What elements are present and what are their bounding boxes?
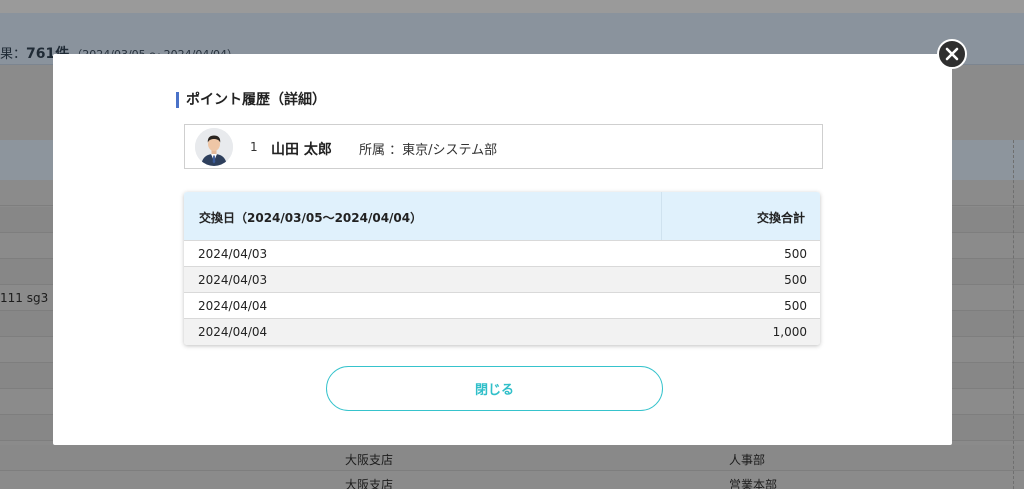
background-column-divider xyxy=(1013,140,1014,489)
table-row: 2024/04/03 500 xyxy=(184,266,820,292)
exchange-date-cell: 2024/04/04 xyxy=(198,325,268,339)
table-row: 2024/04/03 500 xyxy=(184,240,820,266)
close-button[interactable]: 閉じる xyxy=(326,366,663,411)
exchange-amount-cell: 500 xyxy=(784,273,807,287)
modal-title: ポイント履歴（詳細） xyxy=(176,92,326,108)
user-number: 1 xyxy=(250,140,258,154)
background-top-strip xyxy=(0,0,1024,13)
point-history-table: 交換日（2024/03/05〜2024/04/04） 交換合計 2024/04/… xyxy=(184,192,820,345)
table-cell-dept: 営業本部 xyxy=(729,478,778,489)
table-header-row: 交換日（2024/03/05〜2024/04/04） 交換合計 xyxy=(184,192,820,240)
table-cell-fragment: 111 sg3 xyxy=(0,291,49,305)
table-row: 2024/04/04 1,000 xyxy=(184,318,820,345)
exchange-amount-cell: 500 xyxy=(784,247,807,261)
point-history-modal: ポイント履歴（詳細） 1 山田 太郎 所属 ：東京/システム部 交換日（2024… xyxy=(53,54,952,445)
header-divider xyxy=(661,192,662,240)
exchange-amount-cell: 1,000 xyxy=(772,325,807,339)
user-info-card: 1 山田 太郎 所属 ：東京/システム部 xyxy=(184,124,823,169)
column-header-exchange-total: 交換合計 xyxy=(756,211,805,225)
exchange-amount-cell: 500 xyxy=(784,299,807,313)
column-header-exchange-date: 交換日（2024/03/05〜2024/04/04） xyxy=(199,211,423,225)
table-cell-branch: 大阪支店 xyxy=(345,453,394,467)
table-row: 大阪支店 人事部 xyxy=(0,445,1024,471)
exchange-date-cell: 2024/04/03 xyxy=(198,273,268,287)
table-row: 2024/04/04 500 xyxy=(184,292,820,318)
exchange-date-cell: 2024/04/04 xyxy=(198,299,268,313)
user-name: 山田 太郎 xyxy=(271,142,332,158)
user-avatar xyxy=(195,128,233,166)
table-cell-dept: 人事部 xyxy=(729,453,766,467)
table-cell-branch: 大阪支店 xyxy=(345,478,394,489)
user-department: 所属 ：東京/システム部 xyxy=(359,143,498,158)
table-row: 大阪支店 営業本部 xyxy=(0,471,1024,489)
modal-close-button[interactable] xyxy=(937,39,967,69)
result-prefix: 果： xyxy=(0,47,27,62)
close-icon xyxy=(945,47,959,61)
exchange-date-cell: 2024/04/03 xyxy=(198,247,268,261)
